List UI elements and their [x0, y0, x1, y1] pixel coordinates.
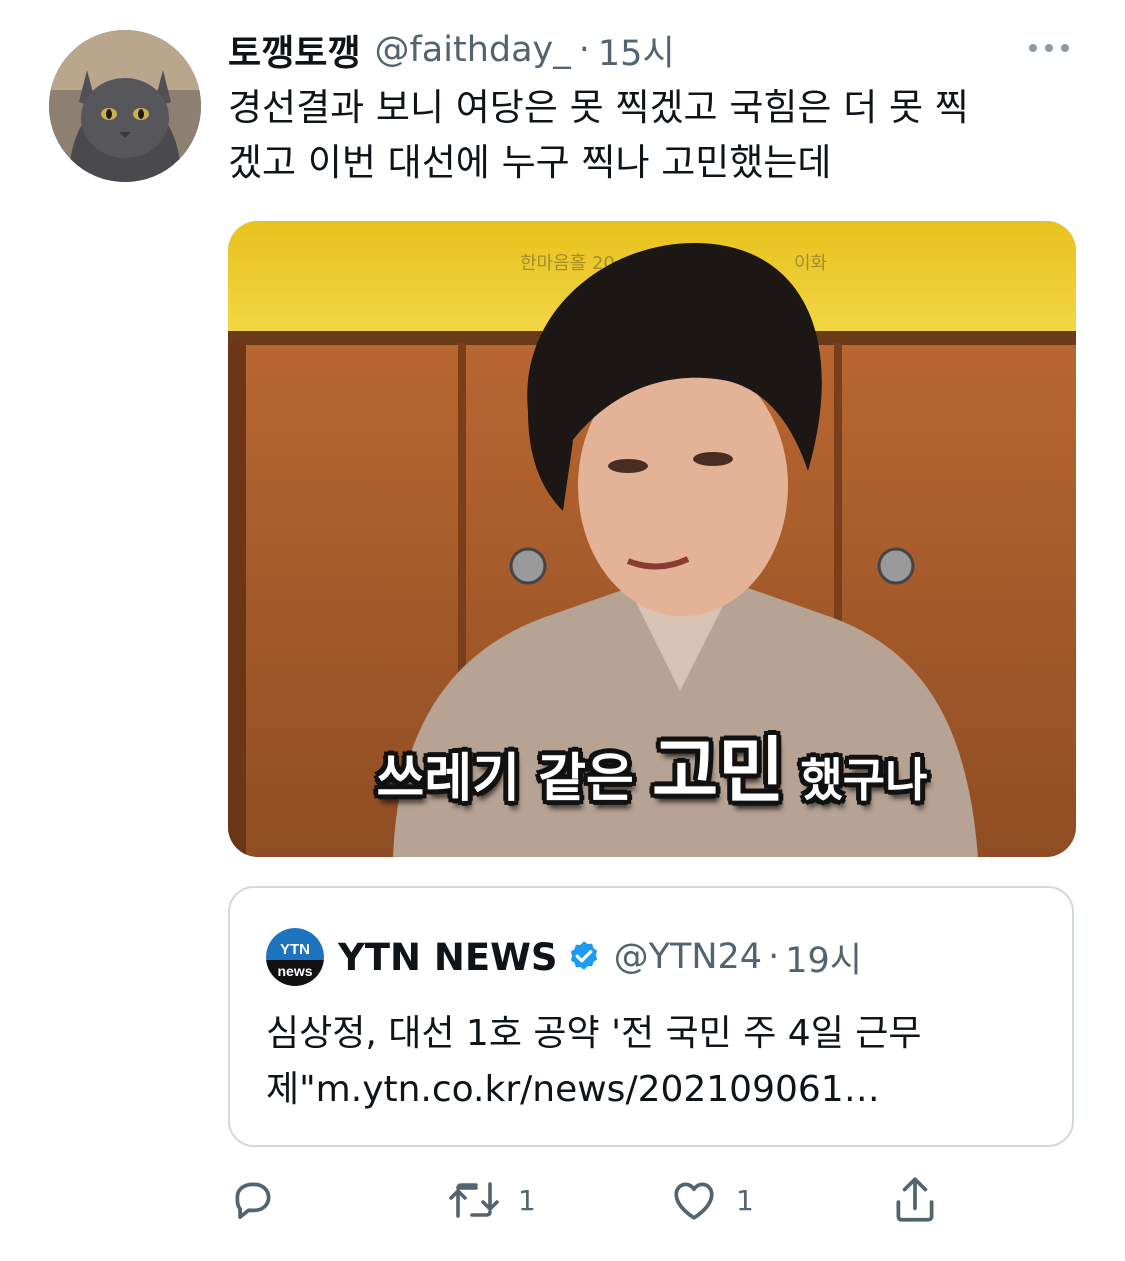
quoted-tweet-text: 심상정, 대선 1호 공약 '전 국민 주 4일 근무 제"m.ytn.co.k…: [266, 1006, 1056, 1118]
tweet-media-image[interactable]: 한마음홀 20 이화 쓰레기 같은 고민 했구나: [228, 221, 1076, 857]
ytn-logo-avatar[interactable]: YTN news: [266, 928, 324, 986]
ytn-logo-text: YTN: [280, 941, 310, 958]
caption-part: 쓰레기 같은: [376, 748, 652, 809]
separator-dot: ·: [768, 937, 780, 977]
tweet-text-line: 겠고 이번 대선에 누구 찍나 고민했는데: [228, 141, 832, 184]
display-name[interactable]: 토깽토깽: [228, 24, 360, 76]
quoted-text-line: 제"m.ytn.co.kr/news/202109061…: [266, 1069, 880, 1110]
retweet-count: 1: [518, 1183, 536, 1217]
retweet-icon: [449, 1182, 499, 1218]
reply-icon: [235, 1182, 271, 1219]
quoted-text-line: 심상정, 대선 1호 공약 '전 국민 주 4일 근무: [266, 1013, 922, 1054]
caption-part: 고민: [651, 728, 785, 813]
tweet-timestamp[interactable]: 15시: [598, 25, 675, 76]
ytn-logo-icon: YTN news: [266, 928, 324, 986]
meme-caption: 쓰레기 같은 고민 했구나: [228, 712, 1076, 817]
like-count: 1: [736, 1183, 754, 1217]
user-avatar[interactable]: [49, 30, 201, 182]
share-button[interactable]: [890, 1172, 956, 1228]
retweet-button[interactable]: 1: [446, 1172, 536, 1228]
tweet-text: 경선결과 보니 여당은 못 찍겠고 국힘은 더 못 찍 겠고 이번 대선에 누구…: [228, 80, 1088, 190]
quoted-handle[interactable]: @YTN24: [614, 937, 762, 977]
quoted-tweet-card[interactable]: YTN news YTN NEWS @YTN24 · 19시 심상정, 대선 1…: [228, 886, 1074, 1147]
reply-button[interactable]: [228, 1172, 294, 1228]
like-button[interactable]: 1: [668, 1172, 754, 1228]
heart-icon: [674, 1182, 714, 1220]
share-icon: [896, 1177, 934, 1222]
caption-part: 했구나: [784, 753, 928, 807]
quoted-tweet-header: YTN news YTN NEWS @YTN24 · 19시: [266, 928, 862, 986]
tweet-text-line: 경선결과 보니 여당은 못 찍겠고 국힘은 더 못 찍: [228, 86, 969, 129]
user-handle[interactable]: @faithday_: [374, 30, 570, 70]
verified-badge-icon: [570, 941, 597, 970]
sign-text-right: 이화: [794, 253, 827, 274]
more-dots-icon: [1029, 44, 1069, 52]
quoted-timestamp[interactable]: 19시: [785, 932, 862, 983]
ytn-logo-subtext: news: [277, 963, 312, 979]
cat-avatar-image: [49, 30, 201, 182]
tweet-header: 토깽토깽 @faithday_ · 15시: [228, 24, 675, 76]
quoted-display-name[interactable]: YTN NEWS: [338, 936, 558, 979]
tweet-actions-bar: 1 1: [228, 1172, 1078, 1228]
separator-dot: ·: [578, 30, 590, 70]
more-options-button[interactable]: [1025, 30, 1073, 66]
